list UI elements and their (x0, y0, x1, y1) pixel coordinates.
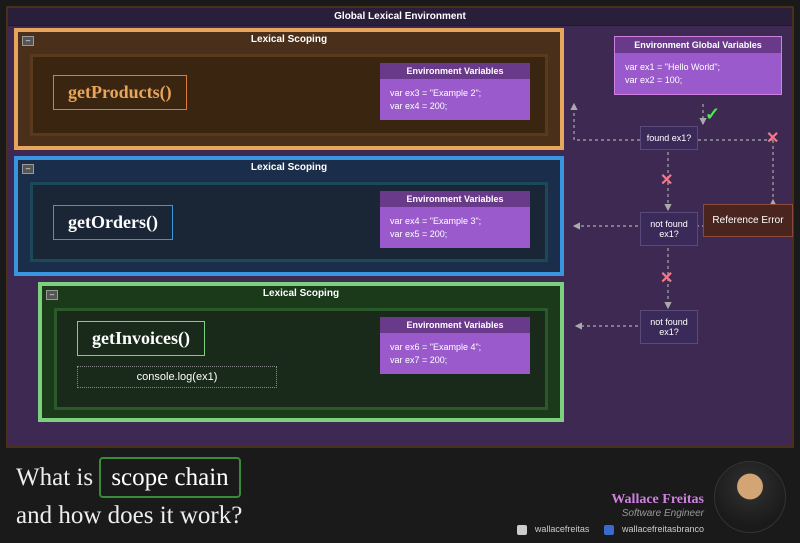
linkedin-link[interactable]: wallacefreitasbranco (598, 524, 704, 534)
linkedin-icon (604, 525, 614, 535)
var-line: var ex7 = 200; (390, 354, 520, 367)
env-header: Environment Variables (380, 63, 530, 79)
scopes-column: – Lexical Scoping getProducts() Environm… (14, 28, 564, 428)
env-vars-box: Environment Variables var ex6 = "Example… (380, 317, 530, 374)
decision-found: found ex1? (640, 126, 698, 150)
env-header: Environment Global Variables (615, 37, 781, 53)
author-role: Software Engineer (611, 508, 704, 519)
scope-title: Lexical Scoping (42, 286, 560, 301)
scope-body: getInvoices() console.log(ex1) Environme… (54, 308, 548, 410)
q-highlight: scope chain (99, 457, 240, 498)
cross-icon: ✕ (766, 128, 779, 148)
github-icon (517, 525, 527, 535)
github-link[interactable]: wallacefreitas (511, 524, 590, 534)
collapse-icon[interactable]: – (22, 164, 34, 174)
env-vars-box: Environment Variables var ex4 = "Example… (380, 191, 530, 248)
author-block: Wallace Freitas Software Engineer (611, 492, 704, 519)
env-header: Environment Variables (380, 317, 530, 333)
scope-getorders: – Lexical Scoping getOrders() Environmen… (14, 156, 564, 276)
env-body: var ex3 = "Example 2"; var ex4 = 200; (380, 79, 530, 120)
reference-error-box: Reference Error (703, 204, 793, 237)
env-body: var ex6 = "Example 4"; var ex7 = 200; (380, 333, 530, 374)
cross-icon: ✕ (660, 268, 673, 288)
env-body: var ex1 = "Hello World"; var ex2 = 100; (615, 53, 781, 94)
footer: What is scope chain and how does it work… (6, 452, 794, 537)
scope-body: getProducts() Environment Variables var … (30, 54, 548, 136)
env-header: Environment Variables (380, 191, 530, 207)
q-line2: and how does it work? (16, 502, 242, 529)
console-log-line: console.log(ex1) (77, 366, 277, 388)
var-line: var ex4 = "Example 3"; (390, 215, 520, 228)
var-line: var ex3 = "Example 2"; (390, 87, 520, 100)
scope-title: Lexical Scoping (18, 160, 560, 175)
global-vars-box: Environment Global Variables var ex1 = "… (614, 36, 782, 95)
collapse-icon[interactable]: – (22, 36, 34, 46)
scope-body: getOrders() Environment Variables var ex… (30, 182, 548, 262)
social-links: wallacefreitas wallacefreitasbranco (505, 524, 704, 535)
var-line: var ex4 = 200; (390, 100, 520, 113)
author-avatar (714, 461, 786, 533)
check-icon: ✓ (705, 104, 720, 125)
function-label: getInvoices() (77, 321, 205, 356)
scope-title: Lexical Scoping (18, 32, 560, 47)
decision-not-found: not found ex1? (640, 310, 698, 344)
scope-getinvoices: – Lexical Scoping getInvoices() console.… (38, 282, 564, 422)
var-line: var ex1 = "Hello World"; (625, 61, 771, 74)
var-line: var ex6 = "Example 4"; (390, 341, 520, 354)
var-line: var ex2 = 100; (625, 74, 771, 87)
author-name: Wallace Freitas (611, 492, 704, 508)
collapse-icon[interactable]: – (46, 290, 58, 300)
var-line: var ex5 = 200; (390, 228, 520, 241)
scope-getproducts: – Lexical Scoping getProducts() Environm… (14, 28, 564, 150)
global-lexical-environment: Global Lexical Environment – Lexical Sco… (6, 6, 794, 448)
decision-not-found: not found ex1? (640, 212, 698, 246)
q-line1: What is (16, 464, 93, 491)
env-body: var ex4 = "Example 3"; var ex5 = 200; (380, 207, 530, 248)
global-title: Global Lexical Environment (8, 8, 792, 26)
function-label: getOrders() (53, 205, 173, 240)
env-vars-box: Environment Variables var ex3 = "Example… (380, 63, 530, 120)
question-text: What is scope chain and how does it work… (16, 457, 242, 533)
function-label: getProducts() (53, 75, 187, 110)
cross-icon: ✕ (660, 170, 673, 190)
